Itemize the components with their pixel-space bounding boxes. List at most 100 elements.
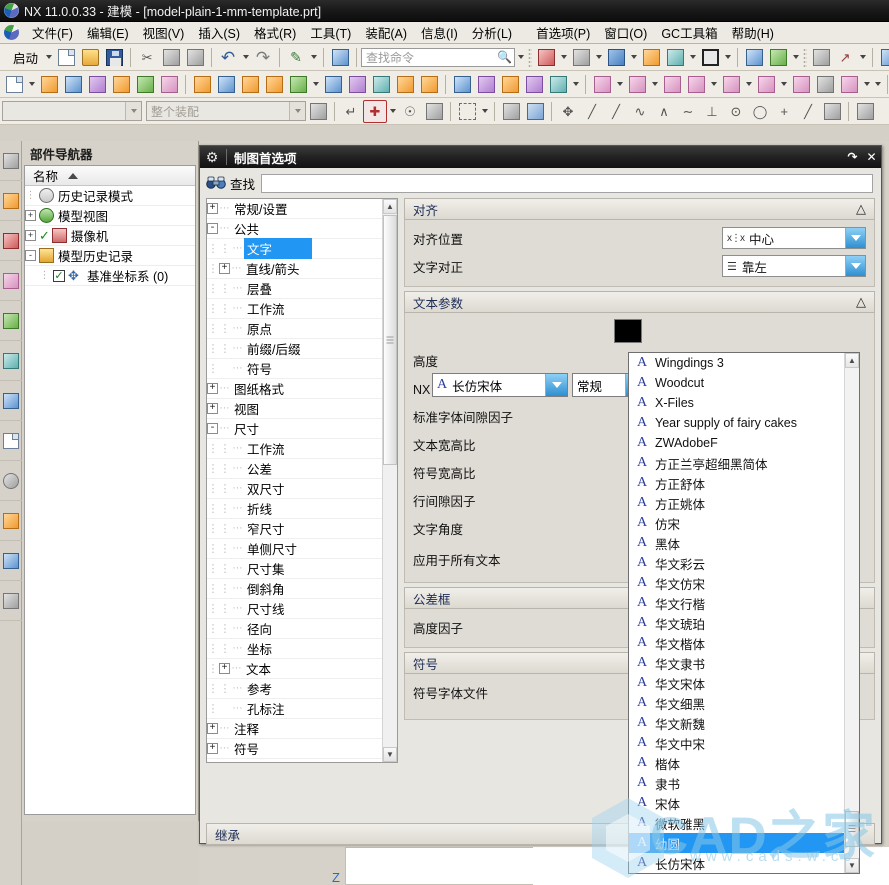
chamfer-icon[interactable]: [286, 73, 310, 96]
paint-dropdown-caret[interactable]: [308, 46, 319, 69]
rail-item-history[interactable]: [0, 461, 22, 501]
rail-item-system-scene[interactable]: [0, 541, 22, 581]
preferences-tree[interactable]: + ⋯ 常规/设置 - ⋯ 公共 ⋮ ⋮ ⋯ 文字 ⋮ + ⋯ 直线/箭头 ⋮ …: [206, 198, 398, 763]
pocket-icon[interactable]: [157, 73, 181, 96]
grid-icon[interactable]: [853, 100, 877, 123]
tree-row[interactable]: - ⋯ 尺寸: [207, 419, 397, 439]
list-item[interactable]: + ✓ 摄像机: [25, 226, 195, 246]
chevron-up-icon[interactable]: △: [856, 294, 866, 310]
collapse-icon[interactable]: -: [207, 223, 218, 234]
expand-icon[interactable]: +: [219, 263, 230, 274]
font-option-selected[interactable]: A 幼圆: [629, 833, 844, 853]
list-item[interactable]: - 模型历史记录: [25, 246, 195, 266]
fit-dropdown-caret[interactable]: [558, 46, 569, 69]
shade-dropdown-caret[interactable]: [722, 46, 733, 69]
menu-format[interactable]: 格式(R): [247, 21, 303, 44]
pmi-weld-icon[interactable]: [754, 73, 778, 96]
list-item[interactable]: ⋮ 历史记录模式: [25, 186, 195, 206]
font-option[interactable]: A 华文楷体: [629, 633, 844, 653]
menu-insert[interactable]: 插入(S): [191, 21, 247, 44]
chamfer-dropdown-caret[interactable]: [310, 73, 321, 96]
font-option[interactable]: A 方正姚体: [629, 493, 844, 513]
rail-item-palette[interactable]: [0, 301, 22, 341]
pmi-gtol-icon[interactable]: [625, 73, 649, 96]
selection-filter-combo[interactable]: [2, 101, 142, 121]
scroll-up-icon[interactable]: ▲: [845, 353, 859, 368]
unite-icon[interactable]: [450, 73, 474, 96]
pmi-text-icon[interactable]: [813, 73, 837, 96]
expand-icon[interactable]: +: [207, 203, 218, 214]
style-icon[interactable]: [663, 46, 687, 69]
sort-ascending-icon[interactable]: [68, 172, 79, 179]
start-button[interactable]: 启动: [8, 46, 43, 69]
expand-icon[interactable]: +: [207, 403, 218, 414]
add-snap-point-icon[interactable]: ✚: [363, 99, 387, 123]
trim-icon[interactable]: [345, 73, 369, 96]
scroll-up-icon[interactable]: ▲: [383, 199, 397, 214]
collapse-icon[interactable]: -: [207, 423, 218, 434]
menu-window[interactable]: 窗口(O): [597, 21, 654, 44]
move-face-icon[interactable]: [522, 73, 546, 96]
pmi-balloon-icon[interactable]: [719, 73, 743, 96]
font-option[interactable]: A 华文琥珀: [629, 613, 844, 633]
line-icon[interactable]: ╱: [580, 100, 604, 123]
font-option[interactable]: A 华文细黑: [629, 693, 844, 713]
menu-file[interactable]: 文件(F): [25, 21, 80, 44]
font-option[interactable]: A ZWAdobeF: [629, 433, 844, 453]
shaded-cube-icon[interactable]: [523, 100, 547, 123]
visibility-checkbox[interactable]: ✓: [53, 269, 65, 282]
menu-preferences[interactable]: 首选项(P): [529, 21, 597, 44]
text-color-swatch[interactable]: [614, 319, 642, 343]
expand-icon[interactable]: +: [25, 210, 36, 221]
wcs-dropdown-caret[interactable]: [857, 46, 868, 69]
font-option[interactable]: A 隶书: [629, 773, 844, 793]
menu-view[interactable]: 视图(V): [136, 21, 192, 44]
pad-icon[interactable]: [190, 73, 214, 96]
tree-row[interactable]: ⋮ ⋮ ⋯ 原点: [207, 319, 397, 339]
tree-row[interactable]: ⋮ ⋯ 符号: [207, 359, 397, 379]
tree-row[interactable]: ⋮ ⋮ ⋯ 工作流: [207, 439, 397, 459]
toolbar-standard-overflow-caret[interactable]: [515, 46, 526, 69]
snapshot-icon[interactable]: [328, 46, 352, 69]
save-icon[interactable]: [102, 46, 126, 69]
pmi-note-icon[interactable]: [684, 73, 708, 96]
list-item[interactable]: ⋮ ✓ ✥ 基准坐标系 (0): [25, 266, 195, 286]
expand-icon[interactable]: +: [207, 743, 218, 754]
rail-item-cloud-library[interactable]: [0, 341, 22, 381]
tree-row[interactable]: ⋮ ⋮ ⋯ 坐标: [207, 639, 397, 659]
redo-icon[interactable]: ↷: [251, 46, 275, 69]
tree-row[interactable]: ⋮ + ⋯ 文本: [207, 659, 397, 679]
collapse-icon[interactable]: -: [25, 250, 36, 261]
subtract-icon[interactable]: [474, 73, 498, 96]
tree-row[interactable]: ⋮ ⋮ ⋯ 径向: [207, 619, 397, 639]
tree-row-selected[interactable]: ⋮ ⋮ ⋯ 文字: [207, 238, 397, 259]
menu-help[interactable]: 帮助(H): [725, 21, 781, 44]
studio-spline-icon[interactable]: ∼: [676, 100, 700, 123]
tree-row[interactable]: ⋮ ⋮ ⋯ 参考: [207, 679, 397, 699]
style-dropdown-caret[interactable]: [687, 46, 698, 69]
paint-icon[interactable]: ✎: [284, 46, 308, 69]
rail-item-constraint-navigator[interactable]: [0, 181, 22, 221]
datum-plane-icon[interactable]: [37, 73, 61, 96]
font-name-combo[interactable]: A 长仿宋体: [432, 373, 568, 397]
layer-icon[interactable]: [809, 46, 833, 69]
pmi-add-icon[interactable]: [837, 73, 861, 96]
font-option[interactable]: A 华文行楷: [629, 593, 844, 613]
toolbar-feature-overflow-caret[interactable]: [872, 73, 883, 96]
tree-row[interactable]: + ⋯ 符号: [207, 739, 397, 759]
measure-icon[interactable]: [877, 46, 889, 69]
list-item[interactable]: + 模型视图: [25, 206, 195, 226]
scroll-down-icon[interactable]: ▼: [383, 747, 397, 762]
chevron-up-icon[interactable]: △: [856, 201, 866, 217]
font-option[interactable]: A 方正兰亭超细黑简体: [629, 453, 844, 473]
zoom-dropdown-caret[interactable]: [593, 46, 604, 69]
section-icon[interactable]: [742, 46, 766, 69]
rectangle-select-icon[interactable]: [455, 100, 479, 123]
mirror-icon[interactable]: [417, 73, 441, 96]
cut-icon[interactable]: ✂: [135, 46, 159, 69]
hole-icon[interactable]: [109, 73, 133, 96]
wcs-icon[interactable]: ↗: [833, 46, 857, 69]
menu-tools[interactable]: 工具(T): [303, 21, 358, 44]
extrude-icon[interactable]: [61, 73, 85, 96]
tree-row[interactable]: ⋮ ⋮ ⋯ 双尺寸: [207, 479, 397, 499]
